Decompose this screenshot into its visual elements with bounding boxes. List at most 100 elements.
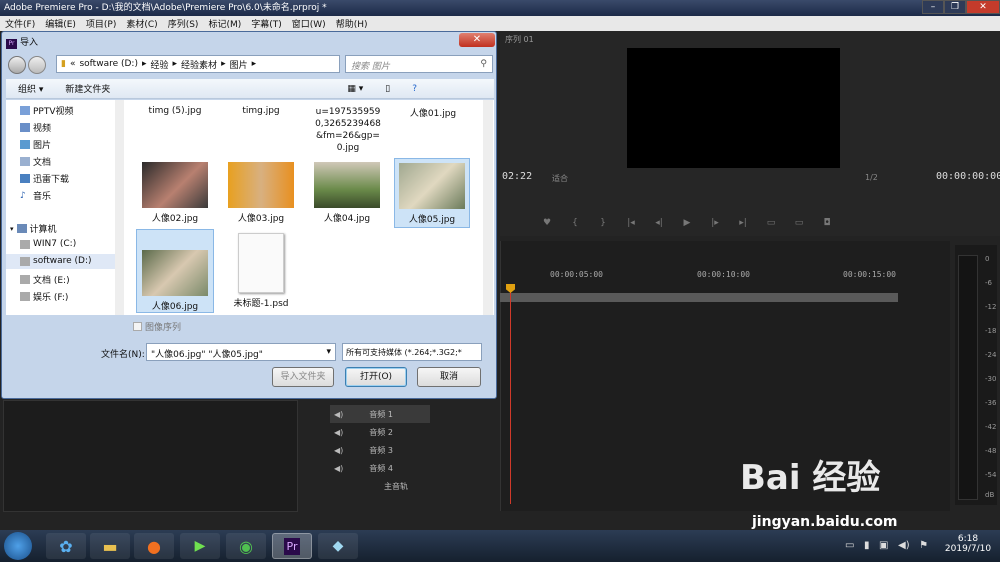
taskbar-app-icon[interactable]: ✿: [46, 533, 86, 559]
firefox-icon[interactable]: ●: [134, 533, 174, 559]
nav-item-thunder[interactable]: 迅雷下载: [20, 172, 69, 185]
speaker-icon[interactable]: ◀): [334, 446, 343, 455]
nav-item-pptv[interactable]: PPTV视频: [20, 104, 74, 117]
menu-project[interactable]: 项目(P): [81, 17, 121, 30]
track-label: 主音轨: [384, 481, 408, 491]
open-button[interactable]: 打开(O): [345, 367, 407, 387]
forward-button[interactable]: [28, 56, 46, 74]
cancel-button[interactable]: 取消: [417, 367, 481, 387]
track-label: 音频 1: [369, 409, 393, 419]
menu-sequence[interactable]: 序列(S): [163, 17, 204, 30]
minimize-button[interactable]: –: [922, 0, 944, 14]
file-item[interactable]: timg.jpg: [226, 106, 296, 116]
nav-item-computer[interactable]: ▾ 计算机: [10, 222, 57, 235]
explorer-icon[interactable]: ▬: [90, 533, 130, 559]
nav-item-videos[interactable]: 视频: [20, 121, 51, 134]
back-button[interactable]: [8, 56, 26, 74]
out-point-icon[interactable]: }: [596, 216, 610, 230]
breadcrumb-folder[interactable]: 图片: [230, 58, 248, 71]
time-ruler[interactable]: 00:00:05:00 00:00:10:00 00:00:15:00: [500, 270, 940, 292]
address-bar[interactable]: ▮ « software (D:) ▸ 经验 ▸ 经验素材 ▸ 图片 ▸: [56, 55, 340, 73]
thumbnail-image: [314, 162, 380, 208]
file-list-scrollbar[interactable]: [483, 100, 493, 315]
preview-pane-icon[interactable]: ▯: [385, 84, 390, 94]
file-item[interactable]: timg (5).jpg: [140, 106, 210, 116]
play-icon[interactable]: ▶: [680, 216, 694, 230]
import-folder-button[interactable]: 导入文件夹: [272, 367, 334, 387]
system-clock[interactable]: 6:18 2019/7/10: [940, 534, 996, 554]
db-label: -12: [985, 303, 997, 311]
breadcrumb-folder[interactable]: 经验素材: [181, 58, 217, 71]
nav-scrollbar[interactable]: [115, 100, 124, 315]
image-sequence-checkbox[interactable]: 图像序列: [133, 320, 181, 333]
file-item[interactable]: u=1975359590,3265239468&fm=26&gp=0.jpg: [312, 106, 384, 154]
tray-icons[interactable]: ▭ ▮ ▣ ◀) ⚑: [845, 540, 928, 551]
menu-help[interactable]: 帮助(H): [331, 17, 373, 30]
track-audio-3[interactable]: ◀) 音频 3: [330, 441, 430, 459]
file-item-selected[interactable]: 人像06.jpg: [136, 229, 214, 313]
playhead-timecode[interactable]: 02:22: [502, 171, 532, 182]
new-folder-button[interactable]: 新建文件夹: [65, 82, 110, 95]
menu-file[interactable]: 文件(F): [0, 17, 40, 30]
track-label: 音频 3: [369, 445, 393, 455]
file-item[interactable]: 人像03.jpg: [226, 162, 296, 224]
filetype-select[interactable]: 所有可支持媒体 (*.264;*.3G2;*: [342, 343, 482, 361]
nav-item-drive-e[interactable]: 文档 (E:): [20, 273, 70, 286]
nav-item-drive-d[interactable]: software (D:): [20, 256, 92, 266]
lift-icon[interactable]: ▭: [764, 216, 778, 230]
extract-icon[interactable]: ▭: [792, 216, 806, 230]
menu-title[interactable]: 字幕(T): [246, 17, 287, 30]
nav-item-music[interactable]: ♪ 音乐: [20, 189, 51, 202]
in-point-icon[interactable]: {: [568, 216, 582, 230]
speaker-icon[interactable]: ◀): [334, 428, 343, 437]
go-to-out-icon[interactable]: ▸|: [736, 216, 750, 230]
breadcrumb-folder[interactable]: 经验: [151, 58, 169, 71]
filename-input[interactable]: "人像06.jpg" "人像05.jpg" ▾: [146, 343, 336, 361]
media-app-icon[interactable]: ▶: [180, 533, 220, 559]
breadcrumb-drive[interactable]: software (D:): [79, 59, 138, 69]
view-icon[interactable]: ▦ ▾: [347, 84, 363, 94]
menu-edit[interactable]: 编辑(E): [40, 17, 81, 30]
program-tab[interactable]: 序列 01: [505, 34, 534, 46]
nav-item-pictures[interactable]: 图片: [20, 138, 51, 151]
file-item[interactable]: 人像01.jpg: [398, 106, 468, 119]
menu-window[interactable]: 窗口(W): [287, 17, 331, 30]
work-area-bar[interactable]: [500, 293, 898, 302]
premiere-taskbar-icon[interactable]: Pr: [272, 533, 312, 559]
chevron-down-icon[interactable]: ▾: [326, 347, 331, 357]
close-button[interactable]: ✕: [966, 0, 1000, 14]
help-icon[interactable]: ?: [412, 84, 417, 94]
dialog-close-button[interactable]: ✕: [459, 33, 495, 47]
marker-icon[interactable]: ♥: [540, 216, 554, 230]
track-audio-1[interactable]: ◀) 音频 1: [330, 405, 430, 423]
speaker-icon[interactable]: ◀): [334, 410, 343, 419]
step-back-icon[interactable]: ◂|: [652, 216, 666, 230]
organize-button[interactable]: 组织 ▾: [18, 82, 43, 95]
breadcrumb-overflow[interactable]: «: [70, 59, 76, 69]
track-master[interactable]: 主音轨: [330, 477, 430, 495]
step-forward-icon[interactable]: |▸: [708, 216, 722, 230]
file-item[interactable]: 人像04.jpg: [312, 162, 382, 224]
ruler-tick: 00:00:05:00: [550, 270, 603, 279]
camera-icon[interactable]: ◘: [820, 216, 834, 230]
maximize-button[interactable]: ❐: [944, 0, 966, 14]
track-audio-2[interactable]: ◀) 音频 2: [330, 423, 430, 441]
track-audio-4[interactable]: ◀) 音频 4: [330, 459, 430, 477]
menu-marker[interactable]: 标记(M): [203, 17, 246, 30]
nav-item-documents[interactable]: 文档: [20, 155, 51, 168]
resolution-dropdown[interactable]: 1/2: [865, 173, 878, 182]
file-item[interactable]: 人像02.jpg: [140, 162, 210, 224]
start-button[interactable]: [4, 532, 32, 560]
file-item[interactable]: 未标题-1.psd: [226, 233, 296, 309]
browser-icon[interactable]: ◉: [226, 533, 266, 559]
go-to-in-icon[interactable]: |◂: [624, 216, 638, 230]
checkbox-icon[interactable]: [133, 322, 142, 331]
nav-item-drive-f[interactable]: 娱乐 (F:): [20, 290, 68, 303]
menu-clip[interactable]: 素材(C): [121, 17, 162, 30]
fit-dropdown[interactable]: 适合: [552, 173, 568, 184]
speaker-icon[interactable]: ◀): [334, 464, 343, 473]
notes-app-icon[interactable]: ◆: [318, 533, 358, 559]
file-item-selected[interactable]: 人像05.jpg: [394, 158, 470, 228]
search-input[interactable]: 搜索 图片 ⚲: [345, 55, 493, 73]
nav-item-drive-c[interactable]: WIN7 (C:): [20, 239, 76, 249]
